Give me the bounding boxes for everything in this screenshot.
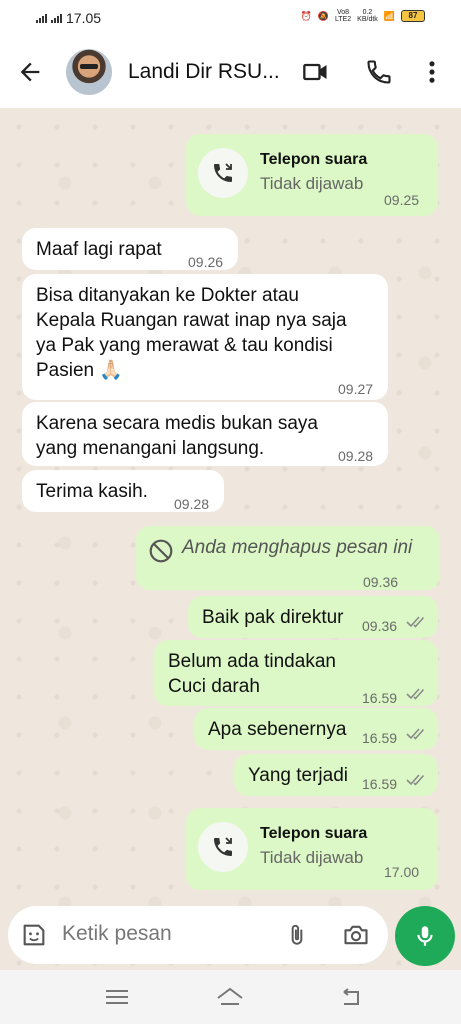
mic-button[interactable] <box>395 906 455 966</box>
incoming-message[interactable]: Bisa ditanyakan ke Dokter atau Kepala Ru… <box>22 274 388 400</box>
menu-icon[interactable] <box>102 984 132 1010</box>
message-text: Terima kasih. <box>36 481 148 502</box>
missed-call-icon <box>214 837 232 856</box>
message-text: Karena secara medis bukan saya yang mena… <box>36 413 318 459</box>
missed-call-icon <box>214 163 232 182</box>
message-text: Bisa ditanyakan ke Dokter atau Kepala Ru… <box>36 285 347 381</box>
message-time: 09.27 <box>338 381 374 397</box>
status-right: ⏰ 🔕 Vo8 LTE2 0.2 KB/dtk 📶 87 <box>300 9 425 23</box>
camera-icon[interactable] <box>342 921 370 949</box>
system-nav-bar <box>0 970 461 1024</box>
chat-header: Landi Dir RSU... <box>0 36 461 108</box>
incoming-message[interactable]: Terima kasih. 09.28 <box>22 470 224 512</box>
signal-icon <box>36 13 47 23</box>
message-text: Apa sebenernya <box>208 719 347 740</box>
more-vert-icon[interactable] <box>418 58 446 86</box>
network-speed: 0.2 KB/dtk <box>357 9 378 23</box>
double-check-icon <box>406 688 425 700</box>
call-icon-circle <box>198 822 248 872</box>
message-text: Yang terjadi <box>248 765 348 786</box>
video-call-icon[interactable] <box>302 58 330 86</box>
message-input-bar: Ketik pesan <box>8 906 388 964</box>
attach-icon[interactable] <box>284 921 310 949</box>
message-time: 16.59 <box>362 776 398 792</box>
avatar[interactable] <box>66 49 112 95</box>
call-status: Tidak dijawab <box>260 848 364 867</box>
message-text: Anda menghapus pesan ini <box>182 537 413 558</box>
message-time: 09.25 <box>384 192 420 208</box>
alarm-icon: ⏰ <box>300 10 312 21</box>
call-title: Telepon suara <box>260 151 368 168</box>
message-text: Baik pak direktur <box>202 607 344 628</box>
phone-icon[interactable] <box>365 58 393 86</box>
missed-call-bubble[interactable]: Telepon suara Tidak dijawab 09.25 <box>186 134 438 216</box>
message-text: Belum ada tindakan Cuci darah <box>168 651 336 697</box>
double-check-icon <box>406 728 425 740</box>
message-time: 09.36 <box>362 618 398 634</box>
back-arrow-icon[interactable] <box>16 58 44 86</box>
message-time: 16.59 <box>362 730 398 746</box>
outgoing-message[interactable]: Belum ada tindakan Cuci darah 16.59 <box>154 640 438 706</box>
double-check-icon <box>406 616 425 628</box>
outgoing-message[interactable]: Apa sebenernya 16.59 <box>194 708 438 750</box>
mic-icon <box>417 926 433 946</box>
outgoing-message[interactable]: Baik pak direktur 09.36 <box>188 596 438 638</box>
status-left: 17.05 <box>36 10 101 26</box>
mute-icon: 🔕 <box>317 10 329 21</box>
wifi-icon: 📶 <box>383 10 395 21</box>
message-text: Maaf lagi rapat <box>36 239 162 260</box>
contact-name[interactable]: Landi Dir RSU... <box>128 60 280 84</box>
message-time: 09.36 <box>363 574 399 590</box>
back-icon[interactable] <box>336 984 366 1010</box>
incoming-message[interactable]: Karena secara medis bukan saya yang mena… <box>22 402 388 466</box>
missed-call-bubble[interactable]: Telepon suara Tidak dijawab 17.00 <box>186 808 438 890</box>
status-bar: 17.05 ⏰ 🔕 Vo8 LTE2 0.2 KB/dtk 📶 87 <box>0 0 461 36</box>
signal-icon-2 <box>51 13 62 23</box>
sticker-icon[interactable] <box>20 921 48 949</box>
status-time: 17.05 <box>66 10 102 26</box>
call-status: Tidak dijawab <box>260 174 364 193</box>
deleted-message[interactable]: Anda menghapus pesan ini 09.36 <box>136 526 440 590</box>
call-icon-circle <box>198 148 248 198</box>
network-type: Vo8 LTE2 <box>334 9 352 23</box>
incoming-message[interactable]: Maaf lagi rapat 09.26 <box>22 228 238 270</box>
double-check-icon <box>406 774 425 786</box>
outgoing-message[interactable]: Yang terjadi 16.59 <box>234 754 438 796</box>
blocked-icon <box>149 539 173 563</box>
message-time: 09.26 <box>188 254 224 270</box>
chat-area[interactable]: Telepon suara Tidak dijawab 09.25 Maaf l… <box>0 108 461 970</box>
battery-icon: 87 <box>401 10 425 22</box>
message-input[interactable]: Ketik pesan <box>62 922 172 946</box>
message-time: 09.28 <box>174 496 210 512</box>
message-time: 17.00 <box>384 864 420 880</box>
home-icon[interactable] <box>215 984 245 1010</box>
call-title: Telepon suara <box>260 825 368 842</box>
message-time: 09.28 <box>338 448 374 464</box>
